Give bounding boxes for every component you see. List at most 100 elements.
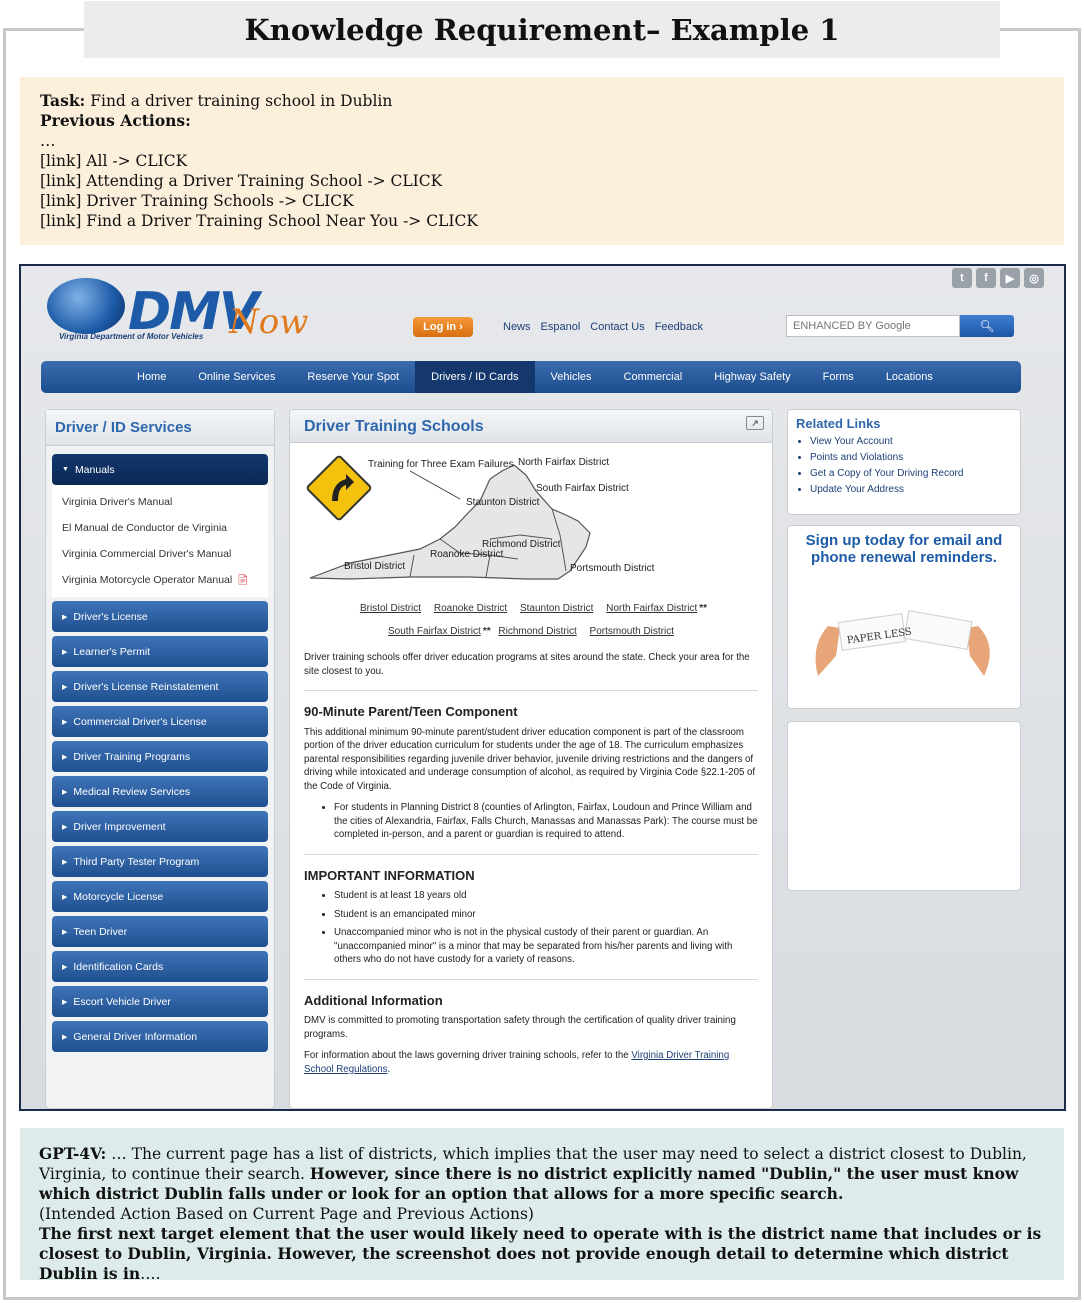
list-item: For students in Planning District 8 (cou… xyxy=(334,801,758,842)
sidebar-item-label: Driver Improvement xyxy=(73,820,166,833)
action-item: [link] Driver Training Schools -> CLICK xyxy=(40,192,354,210)
login-button[interactable]: Log in › xyxy=(413,317,473,337)
section-text: This additional minimum 90-minute parent… xyxy=(304,726,756,792)
nav-drivers-id-cards[interactable]: Drivers / ID Cards xyxy=(415,361,535,393)
manual-link-pdf[interactable]: Virginia Motorcycle Operator Manual 📄︎ xyxy=(62,567,258,593)
sidebar-item-commercial-license[interactable]: ▶ Commercial Driver's License xyxy=(52,706,268,737)
nav-online-services[interactable]: Online Services xyxy=(182,361,291,393)
related-link[interactable]: View Your Account xyxy=(810,436,1012,447)
sidebar-item-label: Identification Cards xyxy=(73,960,164,973)
map-label-roanoke: Roanoke District xyxy=(430,549,504,560)
related-link[interactable]: Points and Violations xyxy=(810,452,1012,463)
signup-text: Sign up today for email and phone renewa… xyxy=(805,532,1003,566)
contact-us-link[interactable]: Contact Us xyxy=(590,321,644,333)
ellipsis: … xyxy=(40,132,56,150)
search-button[interactable]: 🔍︎ xyxy=(960,315,1014,337)
district-link-south-fairfax[interactable]: South Fairfax District xyxy=(388,626,481,637)
sidebar-item-general-info[interactable]: ▶ General Driver Information xyxy=(52,1021,268,1052)
sidebar-item-label: Driver's License Reinstatement xyxy=(73,680,219,693)
sidebar-item-drivers-license[interactable]: ▶ Driver's License xyxy=(52,601,268,632)
district-link-richmond[interactable]: Richmond District xyxy=(498,626,576,637)
caret-right-icon: ▶ xyxy=(62,753,68,761)
main-body: Driver training schools offer driver edu… xyxy=(290,651,772,1076)
district-link-north-fairfax[interactable]: North Fairfax District xyxy=(606,603,697,614)
twitter-icon[interactable]: t xyxy=(952,268,972,288)
sidebar-item-manuals[interactable]: ▼ Manuals xyxy=(52,454,268,485)
title-banner: Knowledge Requirement– Example 1 xyxy=(84,1,1000,58)
manual-link-label: Virginia Motorcycle Operator Manual xyxy=(62,574,233,586)
sidebar-item-identification-cards[interactable]: ▶ Identification Cards xyxy=(52,951,268,982)
sidebar-item-label: Escort Vehicle Driver xyxy=(73,995,171,1008)
map-label-bristol: Bristol District xyxy=(344,561,405,572)
related-link[interactable]: Get a Copy of Your Driving Record xyxy=(810,468,1012,479)
district-link-portsmouth[interactable]: Portsmouth District xyxy=(590,626,674,637)
right-column: Related Links View Your Account Points a… xyxy=(787,409,1021,891)
dmv-logo[interactable]: DMV Now Virginia Department of Motor Veh… xyxy=(43,274,308,344)
section-text: DMV is committed to promoting transporta… xyxy=(304,1015,736,1040)
search-input[interactable] xyxy=(786,315,960,337)
sidebar-item-label: Manuals xyxy=(74,463,115,476)
related-link[interactable]: Update Your Address xyxy=(810,484,1012,495)
paperless-image: PAPER LESS xyxy=(815,610,990,676)
related-links: Related Links View Your Account Points a… xyxy=(787,409,1021,515)
main-title: Driver Training Schools xyxy=(304,418,484,435)
news-link[interactable]: News xyxy=(503,321,531,333)
sidebar-item-driver-training-programs[interactable]: ▶ Driver Training Programs xyxy=(52,741,268,772)
nav-home[interactable]: Home xyxy=(121,361,182,393)
signup-promo[interactable]: Sign up today for email and phone renewa… xyxy=(787,525,1021,709)
nav-reserve-your-spot[interactable]: Reserve Your Spot xyxy=(291,361,415,393)
section-text: For information about the laws governing… xyxy=(304,1050,730,1075)
gpt-paragraph-1: GPT-4V: … The current page has a list of… xyxy=(39,1144,1027,1203)
action-item: [link] All -> CLICK xyxy=(40,152,188,170)
caret-right-icon: ▶ xyxy=(62,788,68,796)
nav-commercial[interactable]: Commercial xyxy=(608,361,699,393)
sidebar-item-driver-improvement[interactable]: ▶ Driver Improvement xyxy=(52,811,268,842)
nav-vehicles[interactable]: Vehicles xyxy=(535,361,608,393)
sidebar-item-label: Third Party Tester Program xyxy=(73,855,200,868)
share-icon[interactable]: ↗ xyxy=(746,416,764,430)
manual-link[interactable]: El Manual de Conductor de Virginia xyxy=(62,515,258,541)
youtube-icon[interactable]: ▶ xyxy=(1000,268,1020,288)
feedback-link[interactable]: Feedback xyxy=(655,321,703,333)
instagram-icon[interactable]: ◎ xyxy=(1024,268,1044,288)
list-item: Student is an emancipated minor xyxy=(334,908,758,922)
caret-right-icon: ▶ xyxy=(62,718,68,726)
caret-right-icon: ▶ xyxy=(62,648,68,656)
sidebar-item-teen-driver[interactable]: ▶ Teen Driver xyxy=(52,916,268,947)
task-text: Find a driver training school in Dublin xyxy=(90,92,393,110)
sidebar-item-motorcycle-license[interactable]: ▶ Motorcycle License xyxy=(52,881,268,912)
logo-now: Now xyxy=(229,302,309,342)
caret-right-icon: ▶ xyxy=(62,928,68,936)
espanol-link[interactable]: Espanol xyxy=(541,321,581,333)
sidebar-item-reinstatement[interactable]: ▶ Driver's License Reinstatement xyxy=(52,671,268,702)
nav-highway-safety[interactable]: Highway Safety xyxy=(698,361,806,393)
district-link-roanoke[interactable]: Roanoke District xyxy=(434,603,507,614)
map-label-south-fairfax: South Fairfax District xyxy=(536,483,629,494)
star-marker: ** xyxy=(699,603,708,614)
action-item: [link] Attending a Driver Training Schoo… xyxy=(40,172,443,190)
district-link-bristol[interactable]: Bristol District xyxy=(360,603,421,614)
sidebar-item-learners-permit[interactable]: ▶ Learner's Permit xyxy=(52,636,268,667)
manual-link[interactable]: Virginia Commercial Driver's Manual xyxy=(62,541,258,567)
map-label-training: Training for Three Exam Failures xyxy=(368,459,514,470)
task-label: Task: xyxy=(40,91,86,110)
star-marker: ** xyxy=(482,626,491,637)
nav-forms[interactable]: Forms xyxy=(807,361,870,393)
nav-locations[interactable]: Locations xyxy=(870,361,949,393)
caret-right-icon: ▶ xyxy=(62,998,68,1006)
list-item: Student is at least 18 years old xyxy=(334,889,758,903)
sidebar-item-medical-review[interactable]: ▶ Medical Review Services xyxy=(52,776,268,807)
manual-link[interactable]: Virginia Driver's Manual xyxy=(62,489,258,515)
sidebar-item-third-party-tester[interactable]: ▶ Third Party Tester Program xyxy=(52,846,268,877)
page-title: Knowledge Requirement– Example 1 xyxy=(244,12,840,47)
district-map[interactable]: Training for Three Exam Failures North F… xyxy=(290,443,772,593)
gpt-paragraph-2: (Intended Action Based on Current Page a… xyxy=(39,1205,534,1223)
caret-down-icon: ▼ xyxy=(62,466,69,473)
facebook-icon[interactable]: f xyxy=(976,268,996,288)
sidebar-item-label: Medical Review Services xyxy=(73,785,191,798)
district-link-staunton[interactable]: Staunton District xyxy=(520,603,593,614)
sidebar-item-label: Driver's License xyxy=(73,610,148,623)
sidebar-item-label: General Driver Information xyxy=(73,1030,198,1043)
map-label-portsmouth: Portsmouth District xyxy=(570,563,655,574)
sidebar-item-escort-vehicle[interactable]: ▶ Escort Vehicle Driver xyxy=(52,986,268,1017)
